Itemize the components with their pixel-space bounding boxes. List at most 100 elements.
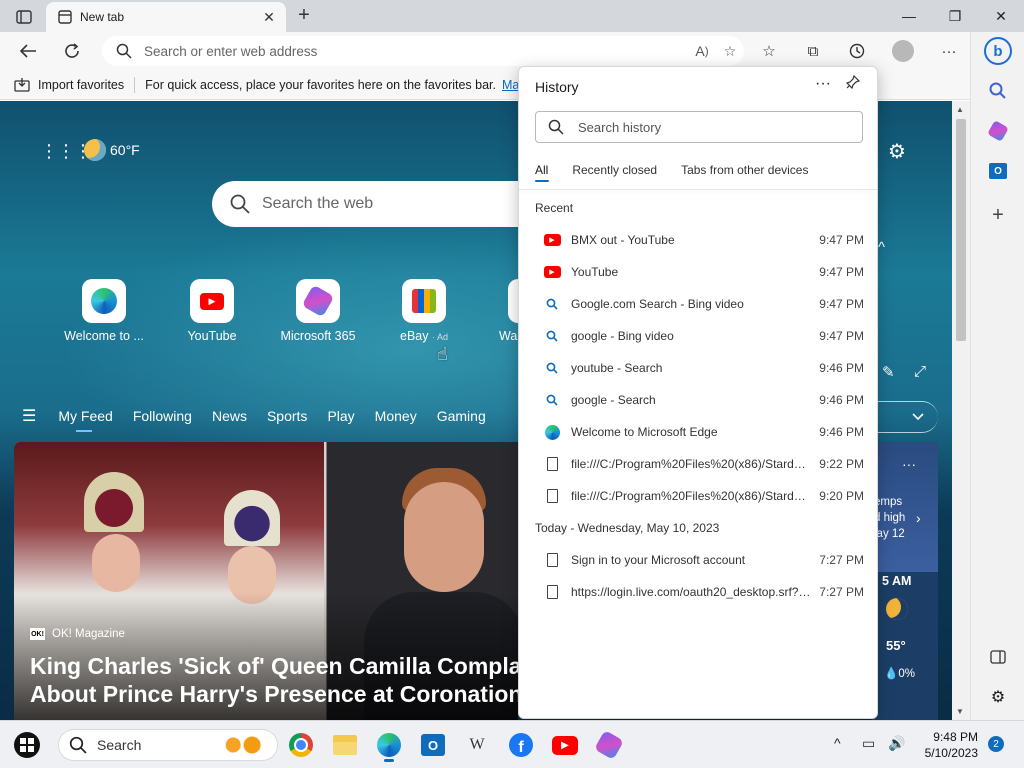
taskbar-facebook[interactable]: f — [504, 729, 538, 761]
import-favorites-button[interactable]: Import favorites — [38, 78, 124, 92]
history-item[interactable]: google - Search 9:46 PM — [519, 384, 877, 416]
chevron-right-icon[interactable]: › — [916, 510, 921, 526]
taskbar-edge[interactable] — [372, 729, 406, 762]
taskbar-wikipedia[interactable]: W — [460, 729, 494, 761]
page-settings-gear-icon[interactable]: ⚙ — [888, 139, 906, 164]
volume-icon[interactable]: 🔊 — [888, 735, 905, 752]
history-item[interactable]: youtube - Search 9:46 PM — [519, 352, 877, 384]
refresh-button[interactable] — [58, 38, 86, 64]
sidebar-settings-button[interactable]: ⚙ — [983, 682, 1013, 712]
hero-headline[interactable]: King Charles 'Sick of' Queen Camilla Com… — [30, 652, 518, 708]
collections-icon[interactable]: ⧉ — [798, 38, 828, 64]
taskbar-file-explorer[interactable] — [328, 729, 362, 761]
history-item[interactable]: file:///C:/Program%20Files%20(x86)/Stard… — [519, 448, 877, 480]
quick-link-walmart[interactable]: Wa — [476, 279, 518, 343]
page-scrollbar[interactable]: ▲ ▼ — [952, 101, 970, 720]
sidebar-split-screen-button[interactable] — [983, 642, 1013, 672]
favorites-icon[interactable]: ☆ — [754, 38, 784, 64]
search-icon — [989, 82, 1006, 99]
start-button[interactable] — [10, 729, 44, 761]
hero-news-card[interactable]: OK! OK! Magazine King Charles 'Sick of' … — [14, 442, 518, 720]
feed-navigation: ☰ My Feed Following News Sports Play Mon… — [0, 399, 520, 433]
taskbar-copilot[interactable] — [592, 729, 626, 761]
close-window-button[interactable]: ✕ — [978, 4, 1024, 28]
taskbar-search[interactable]: Search — [58, 729, 278, 761]
sidebar-microsoft-365-button[interactable] — [983, 116, 1013, 146]
hamburger-menu-icon[interactable]: ☰ — [22, 406, 36, 426]
address-bar[interactable]: A) ☆ — [102, 36, 744, 66]
weather-side-card[interactable]: ··· emps d high lay 12 › 5 AM 55° 💧0% — [872, 442, 938, 720]
taskbar-chrome[interactable] — [284, 729, 318, 761]
scroll-down-arrow-icon[interactable]: ▼ — [956, 707, 964, 716]
sidebar-search-button[interactable] — [983, 76, 1013, 106]
weather-widget[interactable]: 60°F — [84, 139, 140, 161]
tab-actions-menu-button[interactable] — [10, 6, 38, 28]
history-item[interactable]: ▶ BMX out - YouTube 9:47 PM — [519, 224, 877, 256]
scrollbar-thumb[interactable] — [956, 119, 966, 341]
taskbar-clock[interactable]: 9:48 PM 5/10/2023 — [916, 729, 978, 761]
more-options-icon[interactable]: ··· — [811, 75, 835, 99]
history-tab-recently-closed[interactable]: Recently closed — [572, 163, 657, 177]
search-icon — [230, 194, 250, 214]
new-tab-button[interactable]: + — [292, 5, 316, 27]
feed-tab-news[interactable]: News — [212, 408, 247, 424]
edit-background-icon[interactable]: ✎ — [882, 363, 895, 381]
history-tab-other-devices[interactable]: Tabs from other devices — [681, 163, 808, 177]
history-item[interactable]: Welcome to Microsoft Edge 9:46 PM — [519, 416, 877, 448]
history-item[interactable]: https://login.live.com/oauth20_desktop.s… — [519, 576, 877, 608]
history-item[interactable]: file:///C:/Program%20Files%20(x86)/Stard… — [519, 480, 877, 512]
more-options-icon[interactable]: ··· — [902, 456, 916, 472]
device-tray-icon[interactable]: ▭ — [862, 735, 875, 752]
feed-tab-play[interactable]: Play — [327, 408, 354, 424]
feed-tab-sports[interactable]: Sports — [267, 408, 307, 424]
youtube-icon: ▶ — [552, 735, 578, 755]
history-search-input[interactable] — [578, 119, 862, 135]
ok-magazine-logo-icon: OK! — [30, 628, 45, 640]
youtube-icon: ▶ — [543, 234, 561, 246]
scroll-up-arrow-icon[interactable]: ▲ — [956, 105, 964, 114]
sidebar-outlook-button[interactable]: O — [983, 156, 1013, 186]
show-hidden-icons-chevron-icon[interactable]: ^ — [834, 735, 841, 751]
expand-icon[interactable]: ⤢ — [914, 363, 926, 380]
close-tab-icon[interactable]: ✕ — [260, 9, 278, 26]
tab-new-tab[interactable]: New tab ✕ — [46, 2, 286, 32]
settings-more-icon[interactable]: ··· — [934, 38, 964, 64]
read-aloud-icon[interactable]: A) — [688, 38, 716, 64]
profile-avatar[interactable] — [888, 38, 918, 64]
facebook-icon: f — [509, 733, 533, 757]
feed-tab-gaming[interactable]: Gaming — [437, 408, 486, 424]
restore-button[interactable]: ❐ — [932, 4, 978, 28]
add-favorite-icon[interactable]: ☆ — [716, 38, 744, 64]
address-input[interactable] — [144, 43, 688, 59]
tab-title: New tab — [80, 10, 125, 24]
quick-link-youtube[interactable]: ▶ YouTube — [162, 279, 262, 343]
history-item-time: 9:47 PM — [819, 265, 864, 279]
quick-link-ebay[interactable]: eBay · Ad — [374, 279, 474, 343]
quick-link-welcome[interactable]: Welcome to ... — [54, 279, 154, 343]
sidebar-add-button[interactable]: + — [983, 200, 1013, 230]
feed-tab-following[interactable]: Following — [133, 408, 192, 424]
search-icon — [69, 736, 87, 754]
taskbar-youtube[interactable]: ▶ — [548, 729, 582, 761]
pin-icon[interactable] — [841, 74, 865, 99]
edge-icon — [91, 288, 117, 314]
bing-copilot-button[interactable]: b — [983, 36, 1013, 66]
minimize-button[interactable]: — — [886, 4, 932, 28]
app-launcher-icon[interactable]: ⋮⋮⋮ — [40, 141, 92, 161]
history-item[interactable]: Google.com Search - Bing video 9:47 PM — [519, 288, 877, 320]
notification-badge[interactable]: 2 — [988, 736, 1004, 752]
feed-tab-money[interactable]: Money — [375, 408, 417, 424]
feed-layout-dropdown[interactable] — [872, 401, 938, 433]
history-search-box[interactable] — [535, 111, 863, 143]
taskbar-outlook[interactable]: O — [416, 729, 450, 761]
feed-tab-my-feed[interactable]: My Feed — [58, 408, 113, 432]
history-tab-all[interactable]: All — [535, 163, 550, 182]
chevron-up-icon[interactable]: ^ — [878, 239, 885, 256]
history-item[interactable]: ▶ YouTube 9:47 PM — [519, 256, 877, 288]
back-button[interactable] — [14, 38, 42, 64]
quick-link-microsoft-365[interactable]: Microsoft 365 — [268, 279, 368, 343]
history-icon[interactable] — [842, 38, 872, 64]
history-item-title: file:///C:/Program%20Files%20(x86)/Stard… — [571, 457, 812, 471]
history-item[interactable]: Sign in to your Microsoft account 7:27 P… — [519, 544, 877, 576]
history-item[interactable]: google - Bing video 9:47 PM — [519, 320, 877, 352]
